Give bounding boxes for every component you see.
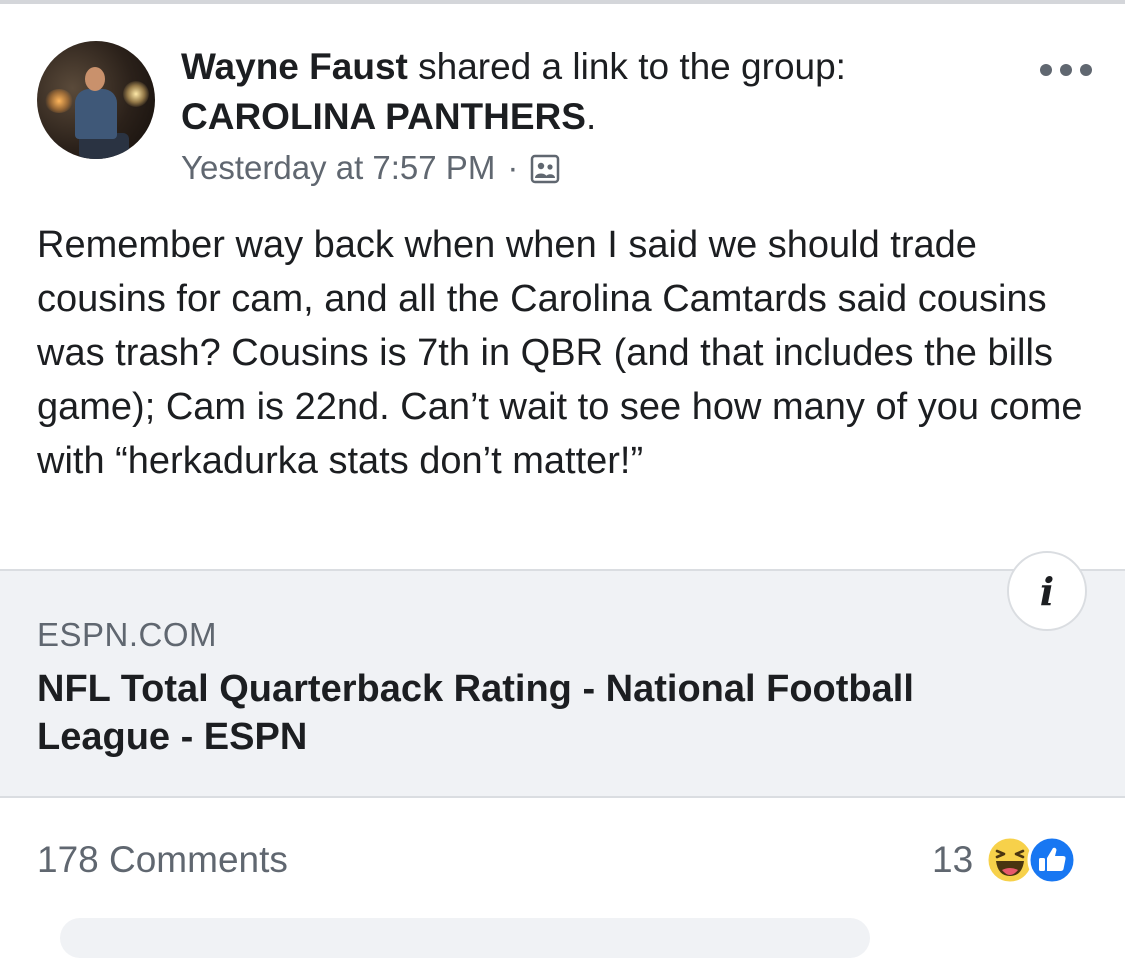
reaction-count: 13 xyxy=(932,839,974,880)
more-dot xyxy=(1080,64,1092,76)
post-body: Remember way back when when I said we sh… xyxy=(37,224,1083,482)
more-dot xyxy=(1040,64,1052,76)
avatar[interactable] xyxy=(37,41,155,159)
share-action-text: shared a link to the group: xyxy=(418,46,846,87)
avatar-lamp-glow xyxy=(123,81,149,107)
comments-count[interactable]: 178 Comments xyxy=(37,836,288,884)
post-header: Wayne Faust shared a link to the group: … xyxy=(181,42,1001,142)
group-icon xyxy=(531,154,560,184)
link-domain: ESPN.COM xyxy=(37,616,218,653)
like-icon xyxy=(1027,835,1077,885)
group-suffix: . xyxy=(585,96,597,137)
comment-input-box[interactable] xyxy=(60,918,870,958)
group-name[interactable]: CAROLINA PANTHERS xyxy=(181,96,586,137)
link-title[interactable]: NFL Total Quarterback Rating - National … xyxy=(37,665,1047,761)
more-dot xyxy=(1060,64,1072,76)
top-divider xyxy=(0,0,1125,4)
more-options-icon[interactable] xyxy=(1040,62,1092,78)
reactions-summary[interactable]: 13 xyxy=(932,832,1077,888)
avatar-figure xyxy=(85,67,105,91)
author-name[interactable]: Wayne Faust xyxy=(181,46,408,87)
info-icon[interactable]: i xyxy=(1007,551,1087,631)
post-timestamp[interactable]: Yesterday at 7:57 PM xyxy=(181,146,495,190)
avatar-lamp-glow xyxy=(45,89,73,113)
post-meta: Yesterday at 7:57 PM · xyxy=(181,146,560,190)
meta-separator: · xyxy=(507,149,519,186)
avatar-figure xyxy=(75,89,117,139)
link-preview-card[interactable]: ESPN.COM NFL Total Quarterback Rating - … xyxy=(0,569,1125,798)
